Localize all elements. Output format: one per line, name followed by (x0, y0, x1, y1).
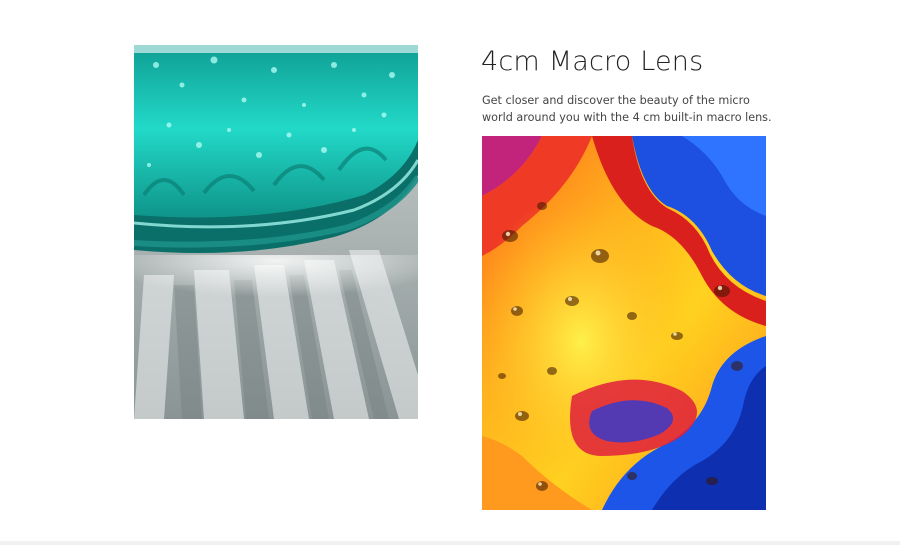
swirl-macro-photo (482, 136, 766, 510)
glass-macro-photo (134, 45, 418, 419)
feature-title: 4cm Macro Lens (481, 46, 704, 77)
feature-description: Get closer and discover the beauty of th… (482, 94, 772, 124)
bottom-divider (0, 541, 900, 545)
